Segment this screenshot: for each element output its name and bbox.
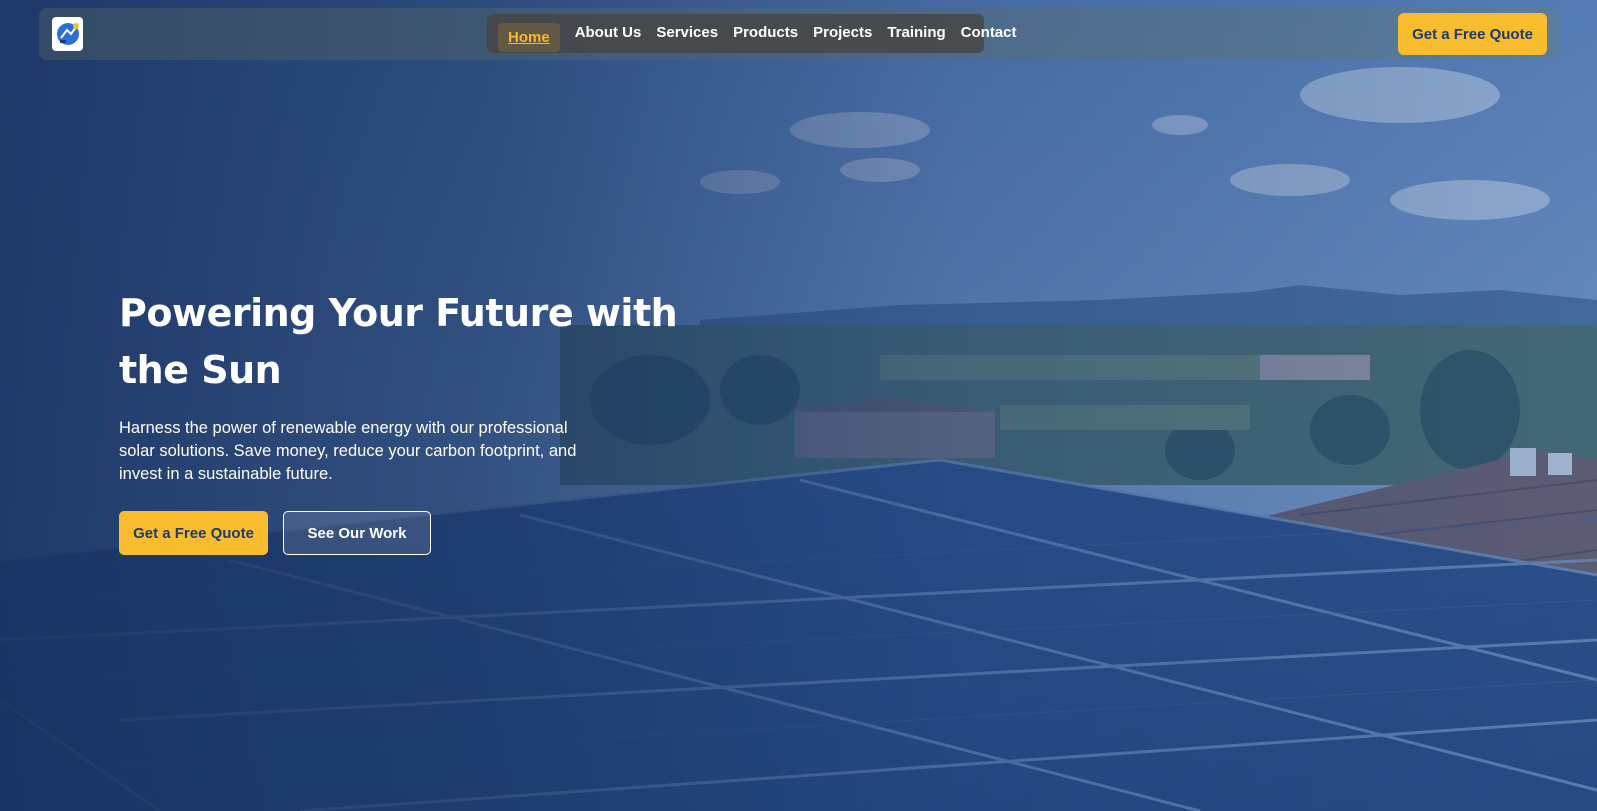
navbar: Home About Us Services Products Projects…	[39, 8, 1559, 60]
see-our-work-button[interactable]: See Our Work	[283, 511, 431, 555]
nav-item-contact[interactable]: Contact	[961, 24, 1017, 41]
hero-title: Powering Your Future with the Sun	[119, 291, 678, 392]
nav-item-products[interactable]: Products	[733, 24, 798, 41]
nav-item-services[interactable]: Services	[656, 24, 718, 41]
nav-item-training[interactable]: Training	[887, 24, 945, 41]
nav-item-home[interactable]: Home	[498, 23, 560, 52]
nav-item-projects[interactable]: Projects	[813, 24, 872, 41]
hero-subtitle: Harness the power of renewable energy wi…	[119, 419, 577, 483]
hero-overlay	[0, 0, 1597, 811]
nav-item-about-us[interactable]: About Us	[575, 24, 642, 41]
solar-logo-icon[interactable]	[52, 17, 83, 51]
nav-links: Home About Us Services Products Projects…	[487, 14, 1017, 53]
hero-section: Home About Us Services Products Projects…	[0, 0, 1597, 811]
nav-get-quote-button[interactable]: Get a Free Quote	[1398, 13, 1547, 55]
hero-get-quote-button[interactable]: Get a Free Quote	[119, 511, 268, 555]
